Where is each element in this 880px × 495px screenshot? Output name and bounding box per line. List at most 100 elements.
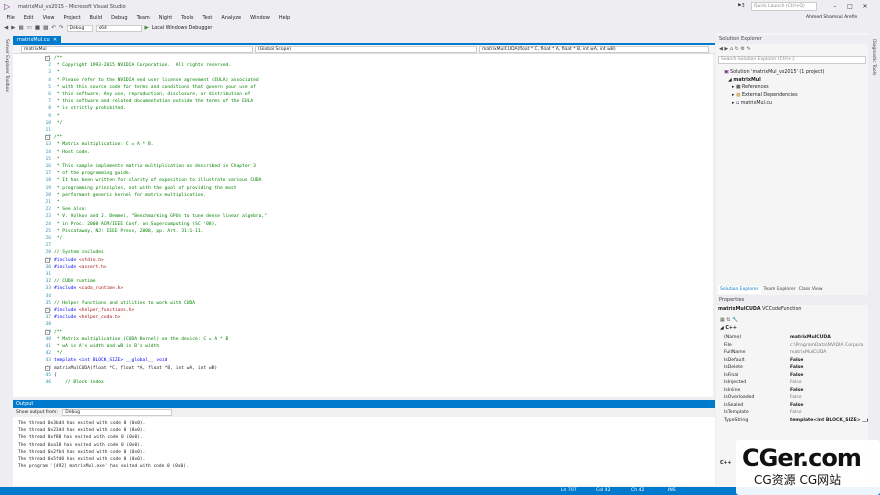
code-line[interactable]: * of the programming guide. (54, 170, 132, 177)
save-all-icon[interactable]: ▩ (43, 25, 48, 31)
code-line[interactable]: * Host code. (54, 149, 90, 156)
code-line[interactable]: * It has been written for clarity of exp… (54, 177, 262, 184)
code-line[interactable]: * (54, 113, 60, 120)
code-line[interactable]: * Piscataway, NJ: IEEE Press, 2008, pp. … (54, 228, 204, 235)
code-line[interactable]: matrixMulCUDA(float *C, float *A, float … (54, 365, 217, 372)
back-icon[interactable]: ◀ (4, 25, 8, 31)
property-row[interactable]: IsTemplate False (724, 409, 868, 417)
menu-item-tools[interactable]: Tools (177, 14, 198, 23)
scope-dropdown[interactable]: (Global Scope) (255, 46, 477, 53)
menu-item-project[interactable]: Project (59, 14, 85, 23)
code-line[interactable]: * (54, 156, 60, 163)
menu-item-test[interactable]: Test (198, 14, 217, 23)
project-dropdown[interactable]: matrixMul (21, 46, 253, 53)
code-line[interactable]: #include <cuda_runtime.h> (54, 285, 123, 292)
code-line[interactable]: * wA is A's width and wB is B's width (54, 343, 159, 350)
code-line[interactable]: * with this source code for terms and co… (54, 84, 256, 91)
code-line[interactable]: * this software and related documentatio… (54, 98, 253, 105)
code-line[interactable]: * Please refer to the NVIDIA end user li… (54, 77, 259, 84)
property-row[interactable]: IsInline False (724, 387, 868, 395)
menu-item-build[interactable]: Build (85, 14, 107, 23)
code-line[interactable]: #include <assert.h> (54, 264, 107, 271)
menu-item-window[interactable]: Window (246, 14, 275, 23)
code-line[interactable]: * Matrix multiplication: C = A * B. (54, 141, 154, 148)
user-name[interactable]: Ahmed Shamsul Arefin (806, 15, 857, 20)
code-editor[interactable]: 1-23456789101112-13141516171819202122232… (13, 54, 715, 397)
code-line[interactable]: * in Proc. 2008 ACM/IEEE Conf. on Superc… (54, 221, 217, 228)
notification-flag-icon[interactable]: ⚑3 (737, 3, 745, 9)
code-line[interactable]: * See also: (54, 206, 87, 213)
code-line[interactable]: * Matrix multiplication (CUDA Kernel) on… (54, 336, 228, 343)
code-line[interactable]: // CUDA runtime (54, 278, 96, 285)
menu-item-night[interactable]: Night (154, 14, 176, 23)
close-icon[interactable]: ✕ (860, 2, 870, 11)
code-line[interactable]: /** (54, 134, 62, 141)
menu-item-file[interactable]: File (2, 14, 19, 23)
code-line[interactable]: * (54, 199, 60, 206)
property-row[interactable]: IsDelete False (724, 364, 868, 372)
code-line[interactable]: /** (54, 329, 62, 336)
fold-toggle-icon[interactable]: - (45, 308, 50, 313)
minimize-icon[interactable]: – (830, 2, 840, 11)
code-line[interactable]: // System includes (54, 249, 104, 256)
property-row[interactable]: IsInjected False (724, 379, 868, 387)
tree-solution[interactable]: ▣ Solution 'matrixMul_vs2015' (1 project… (724, 69, 824, 76)
tree-external-deps[interactable]: ▸ ■ External Dependencies (732, 92, 798, 99)
output-source-dropdown[interactable]: Debug (62, 409, 173, 416)
property-row[interactable]: IsFinal False (724, 372, 868, 380)
property-row[interactable]: IsDefault False (724, 357, 868, 365)
code-line[interactable]: * is strictly prohibited. (54, 105, 126, 112)
properties-object[interactable]: matrixMulCUDA VCCodeFunction (718, 307, 801, 312)
code-line[interactable]: * performant generic kernel for matrix m… (54, 192, 206, 199)
toolbox-tab[interactable]: Toolbox (4, 75, 9, 92)
tab-close-icon[interactable]: ✕ (51, 37, 57, 43)
property-row[interactable]: (Name) matrixMulCUDA (724, 334, 868, 342)
menu-item-debug[interactable]: Debug (107, 14, 132, 23)
configuration-dropdown[interactable]: Debug (66, 24, 93, 32)
member-dropdown[interactable]: matrixMulCUDA(float * C, float * A, floa… (479, 46, 709, 53)
menu-item-analyze[interactable]: Analyze (217, 14, 246, 23)
document-tab-matrixmul[interactable]: matrixMul.cu ✕ (13, 36, 62, 45)
code-line[interactable]: * (54, 69, 60, 76)
tab-solution-explorer[interactable]: Solution Explorer (718, 286, 761, 294)
open-icon[interactable]: ▭ (27, 25, 32, 31)
menu-item-help[interactable]: Help (274, 14, 294, 23)
property-row[interactable]: File c:\ProgramData\NVIDIA Corpora (724, 342, 868, 350)
diagnostic-tools-tab[interactable]: Diagnostic Tools (871, 39, 876, 75)
fold-toggle-icon[interactable]: - (45, 56, 50, 61)
fold-toggle-icon[interactable]: - (45, 365, 50, 371)
solution-search-input[interactable]: Search Solution Explorer (Ctrl+;) (718, 56, 866, 64)
properties-toolbar-icons[interactable]: ▦ ⇅ 🔧 (720, 317, 738, 323)
code-line[interactable]: */ (54, 350, 63, 357)
quick-launch-input[interactable]: Quick Launch (Ctrl+Q) (751, 2, 817, 11)
maximize-icon[interactable]: □ (845, 2, 855, 11)
code-line[interactable]: #include <helper_functions.h> (54, 307, 134, 314)
code-line[interactable]: */ (54, 120, 63, 127)
properties-category[interactable]: ◢ C++ (720, 326, 737, 331)
new-project-icon[interactable]: ▦ (18, 25, 23, 31)
fold-toggle-icon[interactable]: - (45, 135, 50, 141)
property-row[interactable]: IsSealed False (724, 402, 868, 410)
tree-project[interactable]: ◢ matrixMul (728, 77, 761, 84)
property-row[interactable]: IsOverloaded False (724, 394, 868, 402)
forward-icon[interactable]: ▶ (11, 25, 15, 31)
server-explorer-tab[interactable]: Server Explorer (4, 39, 9, 74)
undo-icon[interactable]: ↶ (51, 25, 56, 31)
property-row[interactable]: TypeString template<int BLOCK_SIZE> __gl (724, 417, 868, 425)
code-line[interactable]: // Block index (54, 379, 104, 386)
play-icon[interactable]: ▶ (145, 25, 149, 31)
tree-file-matrixmul[interactable]: ▸ ▫ matrixMul.cu (732, 100, 772, 107)
tree-references[interactable]: ▸ ▦ References (732, 84, 769, 91)
code-line[interactable]: * programming principles, not with the g… (54, 185, 237, 192)
platform-dropdown[interactable]: x64 (95, 24, 142, 32)
menu-item-team[interactable]: Team (132, 14, 154, 23)
code-line[interactable]: // Helper functions and utilities to wor… (54, 300, 195, 307)
code-line[interactable]: #include <stdio.h> (54, 257, 104, 264)
code-line[interactable]: { (54, 372, 57, 379)
tab-team-explorer[interactable]: Team Explorer (764, 286, 796, 294)
code-line[interactable]: */ (54, 235, 63, 242)
menu-item-view[interactable]: View (38, 14, 59, 23)
property-row[interactable]: FullName matrixMulCUDA (724, 349, 868, 357)
save-icon[interactable]: ■ (35, 25, 40, 31)
solution-toolbar-icons[interactable]: ◀ ▶ ⌂ ↻ ⚙ ✎ (719, 46, 751, 52)
